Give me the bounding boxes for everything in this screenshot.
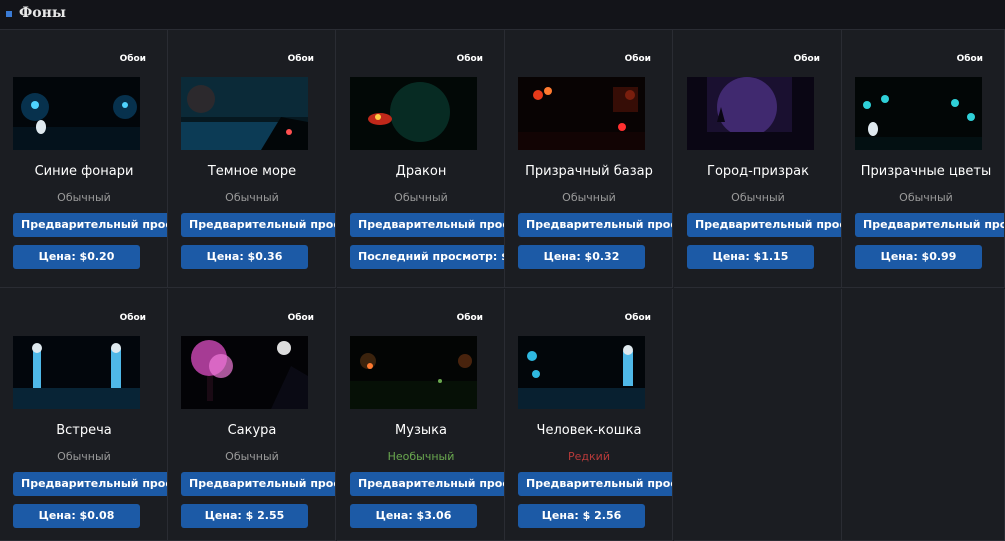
preview-button[interactable]: Предварительный просмотр [13, 472, 167, 496]
preview-button[interactable]: Предварительный просмотр [518, 472, 672, 496]
item-card: Обои Город-призрак Обычный Предварительный … [674, 30, 842, 288]
item-card: Обои Сакура Обычный Предварительный просмот… [168, 289, 336, 541]
item-rarity: Обычный [731, 191, 785, 204]
price-button[interactable]: Цена: $0.99 [855, 245, 982, 269]
preview-button[interactable]: Предварительный просмотр [350, 213, 504, 237]
item-name: Темное море [207, 164, 297, 179]
price-button[interactable]: Цена: $0.36 [181, 245, 308, 269]
price-button[interactable]: Цена: $1.15 [687, 245, 814, 269]
item-type-label: Обои [287, 313, 314, 323]
item-thumbnail[interactable] [13, 77, 140, 150]
preview-button[interactable]: Предварительный просмотр [518, 213, 672, 237]
item-grid: Обои Синие фонари Обычный Предварительный п… [0, 30, 1005, 541]
section-bullet-icon [6, 11, 12, 17]
item-type-label: Обои [956, 54, 983, 64]
item-thumbnail[interactable] [687, 77, 814, 150]
item-thumbnail[interactable] [518, 336, 645, 409]
item-thumbnail[interactable] [181, 77, 308, 150]
item-card: Обои Человек-кошка Редкий Предварительный п… [505, 289, 673, 541]
item-thumbnail[interactable] [350, 77, 477, 150]
item-rarity: Необычный [387, 450, 455, 463]
item-name: Дракон [395, 164, 447, 179]
item-name: Сакура [227, 423, 277, 438]
item-name: Встреча [56, 423, 112, 438]
item-card: Обои Синие фонари Обычный Предварительный п… [0, 30, 168, 288]
item-rarity: Обычный [225, 191, 279, 204]
item-card: Обои Музыка Необычный Предварительный просм… [337, 289, 505, 541]
item-type-label: Обои [119, 313, 146, 323]
item-rarity: Обычный [394, 191, 448, 204]
preview-button[interactable]: Предварительный просмотр [687, 213, 841, 237]
item-thumbnail[interactable] [350, 336, 477, 409]
empty-slot [842, 289, 1005, 541]
item-thumbnail[interactable] [13, 336, 140, 409]
item-type-label: Обои [624, 313, 651, 323]
section-header: Фоны [0, 0, 1005, 30]
item-rarity: Обычный [225, 450, 279, 463]
price-button[interactable]: Цена: $ 2.56 [518, 504, 645, 528]
item-type-label: Обои [287, 54, 314, 64]
item-type-label: Обои [793, 54, 820, 64]
item-name: Город-призрак [707, 164, 809, 179]
preview-button[interactable]: Предварительный просмотр [181, 472, 335, 496]
item-rarity: Редкий [568, 450, 610, 463]
item-card: Обои Призрачные цветы Обычный Предварительн… [842, 30, 1005, 288]
item-thumbnail[interactable] [518, 77, 645, 150]
item-type-label: Обои [456, 313, 483, 323]
item-rarity: Обычный [562, 191, 616, 204]
item-type-label: Обои [624, 54, 651, 64]
app-window: Фоны Обои Синие фонари Обычный Предваритель… [0, 0, 1005, 541]
item-type-label: Обои [456, 54, 483, 64]
item-rarity: Обычный [57, 191, 111, 204]
item-type-label: Обои [119, 54, 146, 64]
item-name: Музыка [395, 423, 447, 438]
item-name: Синие фонари [34, 164, 134, 179]
price-button[interactable]: Последний просмотр: $0 [350, 245, 504, 269]
item-card: Обои Дракон Обычный Предварительный просмот… [337, 30, 505, 288]
item-thumbnail[interactable] [855, 77, 982, 150]
price-button[interactable]: Цена: $0.08 [13, 504, 140, 528]
item-card: Обои Темное море Обычный Предварительный пр… [168, 30, 336, 288]
item-card: Обои Встреча Обычный Предварительный просмо… [0, 289, 168, 541]
item-name: Призрачный базар [525, 164, 653, 179]
section-title: Фоны [19, 5, 66, 21]
price-button[interactable]: Цена: $0.20 [13, 245, 140, 269]
item-name: Человек-кошка [536, 423, 642, 438]
preview-button[interactable]: Предварительный просмотр [350, 472, 504, 496]
empty-slot [674, 289, 842, 541]
item-name: Призрачные цветы [860, 164, 992, 179]
preview-button[interactable]: Предварительный просмотр [13, 213, 167, 237]
price-button[interactable]: Цена: $ 2.55 [181, 504, 308, 528]
item-rarity: Обычный [57, 450, 111, 463]
price-button[interactable]: Цена: $0.32 [518, 245, 645, 269]
preview-button[interactable]: Предварительный просмотр [855, 213, 1004, 237]
price-button[interactable]: Цена: $3.06 [350, 504, 477, 528]
preview-button[interactable]: Предварительный просмотр [181, 213, 335, 237]
item-thumbnail[interactable] [181, 336, 308, 409]
item-rarity: Обычный [899, 191, 953, 204]
item-card: Обои Призрачный базар Обычный Предварительн… [505, 30, 673, 288]
